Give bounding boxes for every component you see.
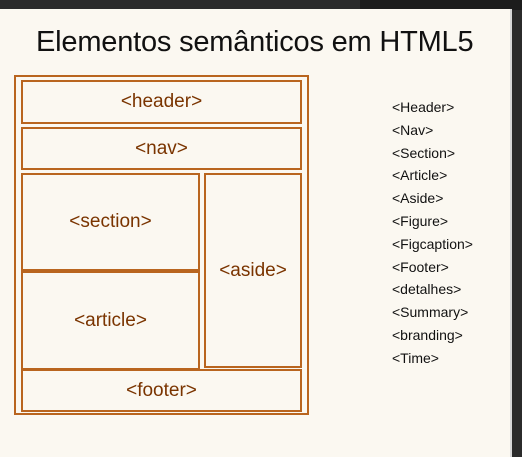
semantic-tag-list: <Header> <Nav> <Section> <Article> <Asid… [392,96,473,370]
tag-list-item: <Footer> [392,258,449,275]
tag-list-item: <Time> [392,349,439,366]
footer-box: <footer> [21,369,302,412]
tag-list-item: <Header> [392,99,455,115]
tag-list-item: <Nav> [392,121,434,138]
section-box: <section> [21,173,200,271]
tag-list-item: <branding> [392,326,463,343]
tag-list-item: <Aside> [392,190,444,207]
tag-list-item: <detalhes> [392,281,462,298]
slide-title: Elementos semânticos em HTML5 [36,26,474,58]
tag-list-item: <Article> [392,167,448,184]
tag-list-item: <Section> [392,144,456,161]
header-box: <header> [21,80,302,124]
tag-list-item: <Figure> [392,212,449,229]
article-box: <article> [21,271,200,370]
nav-box: <nav> [21,127,302,170]
aside-box: <aside> [204,173,302,368]
tag-list-item: <Figcaption> [392,235,473,252]
tag-list-item: <Summary> [392,304,469,321]
